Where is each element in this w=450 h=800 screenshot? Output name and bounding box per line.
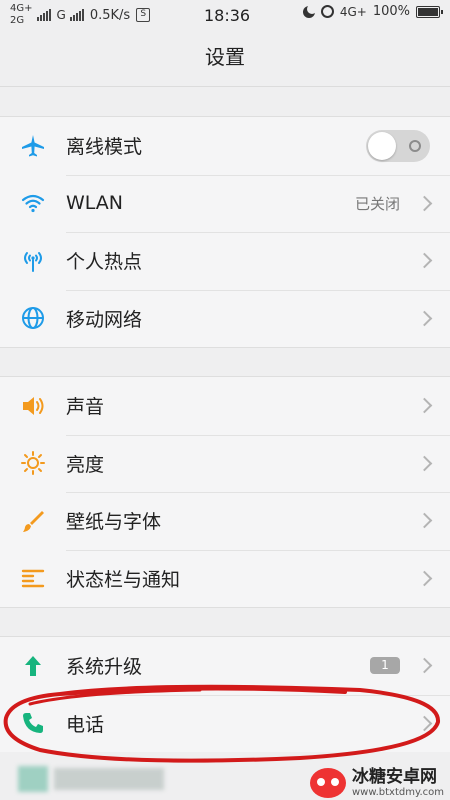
chevron-right-icon	[416, 252, 433, 269]
setting-label: 声音	[66, 396, 105, 419]
watermark-title: 冰糖安卓网	[351, 767, 437, 788]
setting-airplane-mode[interactable]: 离线模式	[0, 117, 450, 175]
chevron-right-icon	[416, 310, 433, 327]
toggle-off-indicator	[409, 139, 421, 152]
settings-group-system: 系统升级 1 电话	[0, 636, 450, 752]
setting-label: 电话	[66, 713, 105, 736]
setting-label: 亮度	[66, 453, 105, 476]
alarm-icon	[320, 5, 334, 18]
setting-system-upgrade[interactable]: 系统升级 1	[0, 637, 450, 695]
network-g-label: G	[56, 8, 66, 22]
watermark: 冰糖安卓网 www.btxtdmy.com	[309, 768, 444, 798]
setting-statusbar-notification[interactable]: 状态栏与通知	[0, 549, 450, 608]
chevron-right-icon	[416, 570, 433, 587]
watermark-text: 冰糖安卓网 www.btxtdmy.com	[352, 768, 444, 798]
chevron-right-icon	[416, 715, 433, 732]
globe-icon	[20, 305, 46, 331]
chevron-right-icon	[416, 397, 433, 414]
phone-icon	[20, 710, 46, 736]
setting-hotspot[interactable]: 个人热点	[0, 232, 450, 290]
status-bar: 4G+ 2G G 0.5K/s S 18:36 4G+ 100%	[0, 0, 450, 32]
update-count-badge: 1	[370, 657, 400, 675]
chevron-right-icon	[416, 455, 433, 472]
chevron-right-icon	[416, 657, 433, 674]
brush-icon	[20, 508, 46, 534]
sun-icon	[20, 450, 46, 476]
setting-mobile-network[interactable]: 移动网络	[0, 289, 450, 348]
setting-phone[interactable]: 电话	[0, 694, 450, 753]
settings-group-display: 声音 亮度 壁纸与字体 状态栏与通知	[0, 376, 450, 608]
network-speed: 0.5K/s	[89, 7, 131, 23]
signal-strength-icon	[36, 9, 51, 21]
setting-wallpaper-font[interactable]: 壁纸与字体	[0, 492, 450, 550]
watermark-logo-icon	[309, 768, 346, 798]
setting-brightness[interactable]: 亮度	[0, 434, 450, 493]
wlan-status-value: 已关闭	[354, 194, 400, 213]
do-not-disturb-icon	[302, 3, 317, 18]
sim-card-icon: S	[136, 8, 151, 22]
setting-label: 离线模式	[66, 136, 143, 159]
network-type-top: 4G+	[10, 3, 33, 14]
setting-label: 壁纸与字体	[66, 511, 162, 534]
title-divider	[0, 86, 450, 87]
setting-label: 系统升级	[66, 656, 143, 679]
blurred-icon	[18, 766, 48, 792]
battery-icon	[416, 5, 443, 18]
setting-label: 状态栏与通知	[66, 568, 181, 591]
status-left: 4G+ 2G G 0.5K/s S	[10, 3, 151, 27]
speaker-icon	[20, 393, 46, 419]
battery-percent: 100%	[372, 4, 410, 19]
upgrade-arrow-icon	[20, 653, 46, 679]
toggle-knob	[368, 131, 396, 160]
setting-sound[interactable]: 声音	[0, 377, 450, 435]
clock: 18:36	[204, 6, 251, 25]
network-type-bottom: 2G	[10, 15, 25, 26]
settings-group-network: 离线模式 WLAN 已关闭 个人热点 移动网络	[0, 116, 450, 348]
airplane-mode-toggle[interactable]	[366, 129, 430, 162]
network-type-stack: 4G+ 2G	[10, 3, 33, 27]
watermark-url: www.btxtdmy.com	[351, 786, 444, 798]
page-title: 设置	[205, 45, 245, 69]
setting-label: 移动网络	[66, 308, 143, 331]
signal-strength-icon-2	[69, 9, 84, 21]
blurred-label	[54, 768, 164, 790]
setting-label: 个人热点	[66, 251, 143, 274]
setting-label: WLAN	[66, 192, 124, 215]
hotspot-icon	[20, 248, 46, 274]
network-type-right: 4G+	[339, 4, 367, 19]
chevron-right-icon	[416, 195, 433, 212]
airplane-icon	[20, 133, 46, 159]
status-right: 4G+ 100%	[302, 3, 443, 19]
wifi-icon	[20, 190, 46, 216]
chevron-right-icon	[416, 512, 433, 529]
blurred-list-item	[18, 766, 164, 792]
notification-list-icon	[20, 565, 46, 591]
setting-wlan[interactable]: WLAN 已关闭	[0, 174, 450, 233]
